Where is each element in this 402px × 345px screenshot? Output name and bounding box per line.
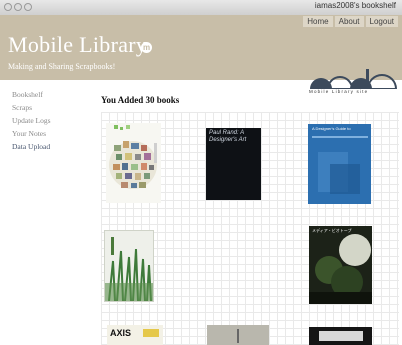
- book-cover[interactable]: Paul Rand: A Designer's Art: [206, 128, 261, 200]
- cover-accent: [319, 331, 363, 341]
- forest-cover-art: [309, 226, 372, 304]
- site-header: Home About Logout Mobile Library m Makin…: [0, 15, 402, 94]
- book-cover-title: AXIS: [110, 328, 132, 338]
- cover-accent: [237, 329, 239, 343]
- nav-home-link[interactable]: Home: [303, 16, 333, 27]
- site-logo-title[interactable]: Mobile Library: [8, 32, 147, 58]
- cover-accent: [143, 329, 159, 337]
- sidebar-nav: Bookshelf Scraps Update Logs Your Notes …: [12, 88, 51, 153]
- library-logo-icon: [310, 69, 398, 89]
- book-cover-title: メディア・ビオトープ: [312, 228, 352, 233]
- blue-cover-art: [318, 152, 360, 194]
- sidebar-item-update-logs[interactable]: Update Logs: [12, 114, 51, 127]
- book-cover[interactable]: [106, 123, 161, 203]
- book-cover[interactable]: [309, 327, 372, 345]
- sidebar-item-data-upload[interactable]: Data Upload: [12, 140, 51, 153]
- site-tagline: Making and Sharing Scrapbooks!: [8, 62, 116, 71]
- book-cover[interactable]: [104, 230, 154, 302]
- book-cover-title: Paul Rand: A Designer's Art: [209, 130, 247, 143]
- nav-about-link[interactable]: About: [334, 16, 364, 27]
- nav-logout-link[interactable]: Logout: [365, 16, 398, 27]
- top-nav: Home About Logout: [301, 16, 398, 27]
- sidebar-item-your-notes[interactable]: Your Notes: [12, 127, 51, 140]
- book-cover[interactable]: メディア・ビオトープ: [309, 226, 372, 304]
- window-title: iamas2008's bookshelf: [314, 1, 396, 10]
- window-titlebar: iamas2008's bookshelf: [0, 0, 402, 16]
- logo-caption: Mobile Library site: [309, 89, 369, 94]
- page-title: You Added 30 books: [101, 95, 180, 105]
- grass-cover-art: [105, 231, 153, 301]
- sidebar-item-bookshelf[interactable]: Bookshelf: [12, 88, 51, 101]
- book-cover[interactable]: AXIS: [107, 325, 163, 345]
- brand-mark-icon: m: [141, 42, 152, 53]
- collage-cover-art: [109, 125, 157, 189]
- sidebar-item-scraps[interactable]: Scraps: [12, 101, 51, 114]
- book-cover[interactable]: A Designer's Guide to: [308, 124, 371, 204]
- bookshelf-grid: Paul Rand: A Designer's Art A Designer's…: [101, 112, 399, 345]
- book-cover[interactable]: [207, 325, 269, 345]
